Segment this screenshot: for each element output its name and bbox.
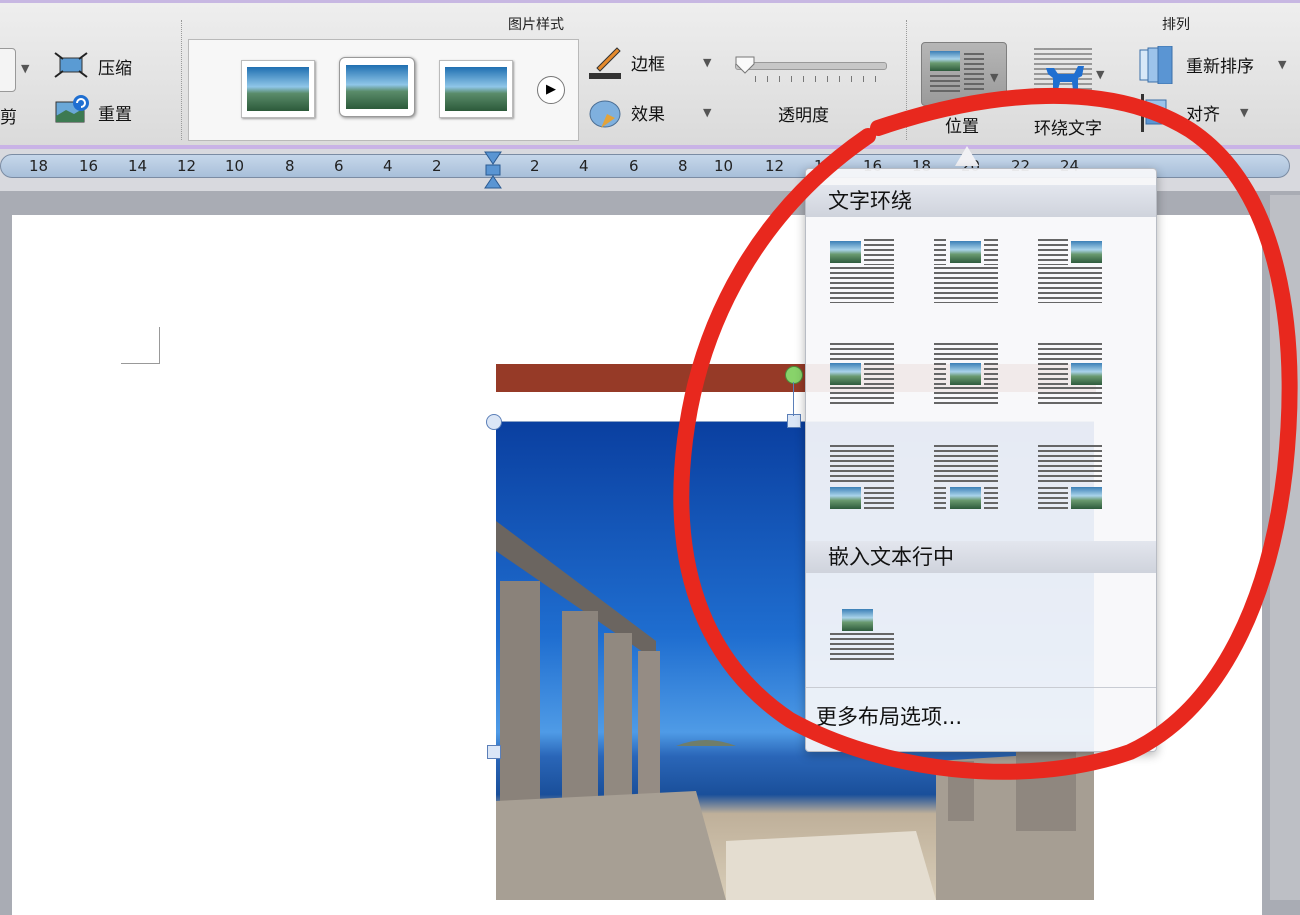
red-annotation-circle xyxy=(673,87,1298,780)
